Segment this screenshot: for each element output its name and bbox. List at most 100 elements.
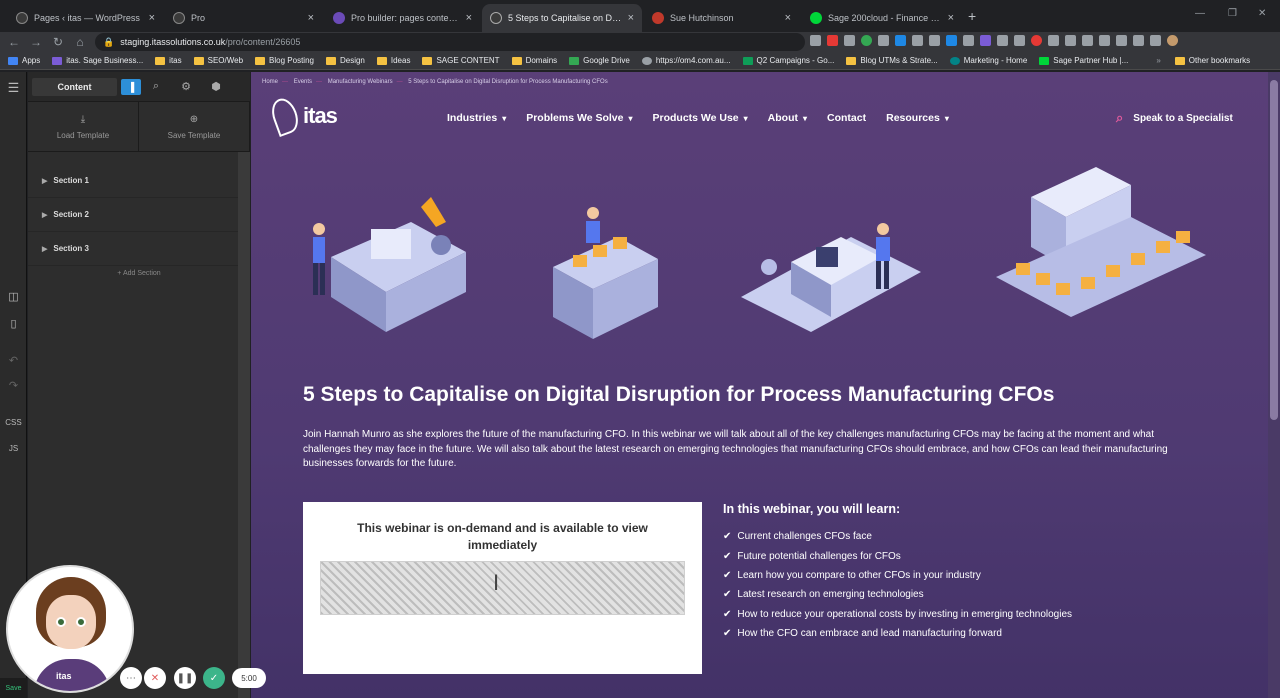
hamburger-menu-icon[interactable]: ☰ [0, 80, 27, 96]
close-icon[interactable]: × [466, 12, 472, 24]
device-icon[interactable]: ▯ [0, 317, 27, 330]
close-window-icon[interactable]: ✕ [1258, 8, 1266, 19]
extension-icon[interactable] [810, 35, 821, 46]
nav-products-we-use[interactable]: Products We Use ▾ [652, 112, 747, 124]
section-3[interactable]: ▶ Section 3 [28, 232, 250, 266]
extension-icon[interactable] [895, 35, 906, 46]
bookmark-other[interactable]: Other bookmarks [1174, 56, 1250, 65]
extension-icon[interactable] [980, 35, 991, 46]
site-logo[interactable]: itas [267, 94, 338, 138]
bookmark-sage-partner-hub[interactable]: Sage Partner Hub |... [1039, 56, 1128, 65]
speak-to-specialist[interactable]: ⌕ Speak to a Specialist [1116, 110, 1233, 126]
extension-icon[interactable] [1014, 35, 1025, 46]
section-2[interactable]: ▶ Section 2 [28, 198, 250, 232]
js-button[interactable]: JS [0, 444, 27, 453]
section-1[interactable]: ▶ Section 1 [28, 164, 250, 198]
back-icon[interactable]: ← [3, 35, 25, 49]
layers-icon[interactable]: ◫ [0, 290, 27, 303]
tab-wordpress-pages[interactable]: Pages ‹ itas — WordPress × [8, 6, 163, 30]
close-icon[interactable]: × [308, 12, 314, 24]
more-options-button[interactable]: ⋯ [120, 667, 142, 689]
tab-pro[interactable]: Pro × [165, 6, 322, 30]
bookmark-itas-sage[interactable]: itas. Sage Business... [52, 56, 143, 65]
breadcrumb-home[interactable]: Home [262, 79, 278, 85]
extension-icon[interactable] [861, 35, 872, 46]
bookmarks-overflow-icon[interactable]: » [1156, 56, 1160, 65]
bookmark-folder-design[interactable]: Design [325, 56, 365, 65]
content-tab[interactable]: Content [32, 77, 117, 96]
scrollbar-thumb[interactable] [1270, 80, 1278, 420]
bookmark-apps[interactable]: Apps [8, 56, 40, 65]
bookmark-marketing-home[interactable]: Marketing - Home [949, 56, 1027, 65]
bookmark-om4[interactable]: https://om4.com.au... [641, 56, 731, 65]
layout-icon[interactable]: ▐ [121, 78, 141, 95]
tab-pro-builder[interactable]: Pro builder: pages content disap× [325, 6, 480, 30]
reload-icon[interactable]: ↻ [47, 35, 69, 49]
forward-icon[interactable]: → [25, 35, 47, 49]
extension-icon[interactable] [963, 35, 974, 46]
close-icon[interactable]: × [628, 12, 634, 24]
extension-icon[interactable] [1065, 35, 1076, 46]
bookmark-folder-blog[interactable]: Blog Posting [255, 56, 314, 65]
bookmark-folder-ideas[interactable]: Ideas [376, 56, 410, 65]
search-icon[interactable]: ⌕ [141, 80, 171, 93]
search-icon[interactable]: ⌕ [1116, 110, 1123, 126]
breadcrumb-events[interactable]: Events [294, 79, 312, 85]
close-icon[interactable]: × [149, 12, 155, 24]
cube-icon[interactable]: ⬢ [201, 80, 231, 93]
extension-icon[interactable] [997, 35, 1008, 46]
nav-resources[interactable]: Resources ▾ [886, 112, 949, 124]
nav-industries[interactable]: Industries ▾ [447, 112, 506, 124]
nav-about[interactable]: About ▾ [768, 112, 807, 124]
bookmark-folder-seo[interactable]: SEO/Web [193, 56, 243, 65]
bookmark-q2-campaigns[interactable]: Q2 Campaigns - Go... [742, 56, 834, 65]
extension-icon[interactable] [827, 35, 838, 46]
bookmark-folder-domains[interactable]: Domains [511, 56, 557, 65]
redo-icon[interactable]: ↷ [0, 379, 27, 392]
extension-icon[interactable] [1031, 35, 1042, 46]
extension-icon[interactable] [1048, 35, 1059, 46]
breadcrumb-manufacturing-webinars[interactable]: Manufacturing Webinars [328, 79, 393, 85]
close-icon[interactable]: × [948, 12, 954, 24]
extension-icon[interactable] [1082, 35, 1093, 46]
maximize-icon[interactable]: ❐ [1228, 8, 1237, 19]
bookmark-folder-itas[interactable]: itas [155, 56, 182, 65]
css-button[interactable]: CSS [0, 418, 27, 427]
load-template-button[interactable]: ⤓ Load Template [28, 102, 139, 151]
template-actions: ⤓ Load Template ⊕ Save Template [28, 102, 250, 152]
cancel-recording-button[interactable]: ✕ [144, 667, 166, 689]
extension-icon[interactable] [946, 35, 957, 46]
new-tab-button[interactable]: + [968, 8, 976, 24]
gear-icon[interactable]: ⚙ [171, 80, 201, 93]
save-button[interactable]: Save [0, 678, 27, 698]
tab-sue-hutchinson[interactable]: Sue Hutchinson × [644, 6, 799, 30]
extension-icon[interactable] [1133, 35, 1144, 46]
home-icon[interactable]: ⌂ [69, 35, 91, 49]
builder-scrollbar[interactable] [238, 152, 250, 698]
address-bar[interactable]: 🔒 staging.itassolutions.co.uk/pro/conten… [95, 33, 805, 51]
finish-recording-button[interactable]: ✓ [203, 667, 225, 689]
extension-icon[interactable] [929, 35, 940, 46]
extension-icon[interactable] [912, 35, 923, 46]
close-icon[interactable]: × [785, 12, 791, 24]
extension-icon[interactable] [844, 35, 855, 46]
extension-icon[interactable] [1150, 35, 1161, 46]
page-scrollbar[interactable] [1268, 72, 1280, 698]
form-placeholder[interactable] [320, 561, 685, 615]
save-template-button[interactable]: ⊕ Save Template [139, 102, 250, 151]
bookmark-folder-sage-content[interactable]: SAGE CONTENT [422, 56, 500, 65]
extension-icon[interactable] [1099, 35, 1110, 46]
tab-active-webinar[interactable]: 5 Steps to Capitalise on Digital D× [482, 4, 642, 32]
tab-sage-200cloud[interactable]: Sage 200cloud - Finance & Ma × [802, 6, 962, 30]
bookmark-google-drive[interactable]: Google Drive [569, 56, 630, 65]
nav-problems-we-solve[interactable]: Problems We Solve ▾ [526, 112, 632, 124]
add-section-button[interactable]: + Add Section [28, 270, 250, 277]
nav-contact[interactable]: Contact [827, 112, 866, 124]
undo-icon[interactable]: ↶ [0, 354, 27, 367]
pause-recording-button[interactable]: ❚❚ [174, 667, 196, 689]
bookmark-blog-utms[interactable]: Blog UTMs & Strate... [846, 56, 938, 65]
extension-icon[interactable] [878, 35, 889, 46]
extension-icon[interactable] [1116, 35, 1127, 46]
minimize-icon[interactable]: — [1195, 8, 1205, 19]
profile-avatar-icon[interactable] [1167, 35, 1178, 46]
